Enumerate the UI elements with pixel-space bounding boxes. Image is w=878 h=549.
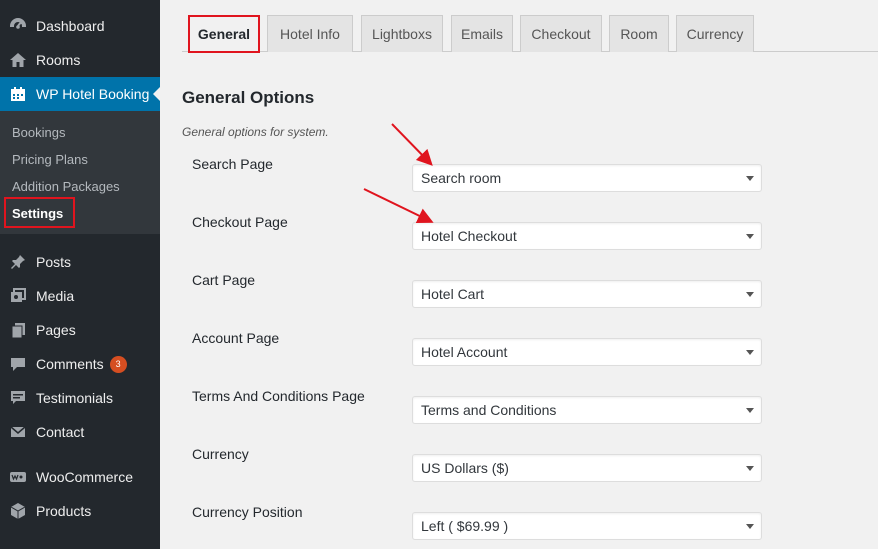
admin-sidebar: Dashboard Rooms WP Hotel Booking Booking… xyxy=(0,0,161,549)
chevron-down-icon xyxy=(746,466,754,471)
menu-item-wp-hotel-booking[interactable]: WP Hotel Booking xyxy=(0,77,161,111)
pin-icon xyxy=(8,252,28,272)
field-label-search-page: Search Page xyxy=(192,156,273,172)
arrow-to-checkout-page xyxy=(363,188,434,223)
submenu-item-bookings[interactable]: Bookings xyxy=(12,125,65,140)
tab-emails[interactable]: Emails xyxy=(451,15,513,52)
menu-label-woocommerce: WooCommerce xyxy=(36,469,133,485)
comment-count-badge: 3 xyxy=(109,355,127,373)
menu-item-media[interactable]: Media xyxy=(0,279,160,313)
menu-item-posts[interactable]: Posts xyxy=(0,245,160,279)
arrow-to-search-page xyxy=(391,123,433,166)
account-page-value: Hotel Account xyxy=(421,344,508,360)
menu-label-wp-hotel-booking: WP Hotel Booking xyxy=(36,86,150,102)
tab-general[interactable]: General xyxy=(188,15,260,53)
tab-lightboxs[interactable]: Lightboxs xyxy=(361,15,443,52)
menu-label-dashboard: Dashboard xyxy=(36,18,105,34)
home-icon xyxy=(8,50,28,70)
currency-value: US Dollars ($) xyxy=(421,460,509,476)
tab-room[interactable]: Room xyxy=(609,15,669,52)
chevron-down-icon xyxy=(746,234,754,239)
chevron-down-icon xyxy=(746,524,754,529)
menu-item-testimonials[interactable]: Testimonials xyxy=(0,381,160,415)
active-menu-arrow xyxy=(153,86,161,102)
menu-label-media: Media xyxy=(36,288,75,304)
tab-hotel-info[interactable]: Hotel Info xyxy=(267,15,353,52)
field-label-currency-position: Currency Position xyxy=(192,504,303,520)
menu-label-products: Products xyxy=(36,503,92,519)
pages-icon xyxy=(8,320,28,340)
menu-item-pages[interactable]: Pages xyxy=(0,313,160,347)
field-label-currency: Currency xyxy=(192,446,249,462)
chevron-down-icon xyxy=(746,292,754,297)
checkout-page-value: Hotel Checkout xyxy=(421,228,517,244)
submenu-wp-hotel-booking: Bookings Pricing Plans Addition Packages… xyxy=(0,111,160,234)
submenu-item-pricing-plans[interactable]: Pricing Plans xyxy=(12,152,88,167)
testimonial-icon xyxy=(8,388,28,408)
chevron-down-icon xyxy=(746,176,754,181)
calendar-icon xyxy=(8,84,28,104)
cart-page-value: Hotel Cart xyxy=(421,286,485,302)
search-page-select[interactable]: Search room xyxy=(412,164,762,192)
products-icon xyxy=(8,501,28,521)
checkout-page-select[interactable]: Hotel Checkout xyxy=(412,222,762,250)
menu-item-products[interactable]: Products xyxy=(0,494,160,528)
menu-label-contact: Contact xyxy=(36,424,85,440)
tab-checkout[interactable]: Checkout xyxy=(520,15,602,52)
media-icon xyxy=(8,286,28,306)
cart-page-select[interactable]: Hotel Cart xyxy=(412,280,762,308)
menu-label-rooms: Rooms xyxy=(36,52,81,68)
woo-icon xyxy=(8,467,28,487)
menu-label-pages: Pages xyxy=(36,322,76,338)
currency-position-value: Left ( $69.99 ) xyxy=(421,518,509,534)
field-label-terms-page: Terms And Conditions Page xyxy=(192,388,365,404)
terms-page-select[interactable]: Terms and Conditions xyxy=(412,396,762,424)
settings-highlight-box xyxy=(4,197,75,228)
dashboard-icon xyxy=(8,16,28,36)
menu-item-contact[interactable]: Contact xyxy=(0,415,160,449)
menu-label-comments: Comments xyxy=(36,356,104,372)
menu-item-rooms[interactable]: Rooms xyxy=(0,43,160,77)
search-page-value: Search room xyxy=(421,170,502,186)
menu-item-woocommerce[interactable]: WooCommerce xyxy=(0,460,160,494)
currency-position-select[interactable]: Left ( $69.99 ) xyxy=(412,512,762,540)
currency-select[interactable]: US Dollars ($) xyxy=(412,454,762,482)
mail-icon xyxy=(8,422,28,442)
chevron-down-icon xyxy=(746,408,754,413)
field-label-checkout-page: Checkout Page xyxy=(192,214,288,230)
comment-icon xyxy=(8,354,28,374)
field-label-account-page: Account Page xyxy=(192,330,280,346)
field-label-cart-page: Cart Page xyxy=(192,272,256,288)
account-page-select[interactable]: Hotel Account xyxy=(412,338,762,366)
menu-label-posts: Posts xyxy=(36,254,72,270)
section-description: General options for system. xyxy=(182,125,329,139)
menu-item-comments[interactable]: Comments 3 xyxy=(0,347,160,381)
menu-item-dashboard[interactable]: Dashboard xyxy=(0,9,160,43)
submenu-item-addition-packages[interactable]: Addition Packages xyxy=(12,179,120,194)
section-heading: General Options xyxy=(182,88,315,107)
chevron-down-icon xyxy=(746,350,754,355)
tab-currency[interactable]: Currency xyxy=(676,15,754,52)
terms-page-value: Terms and Conditions xyxy=(421,402,557,418)
menu-label-testimonials: Testimonials xyxy=(36,390,114,406)
